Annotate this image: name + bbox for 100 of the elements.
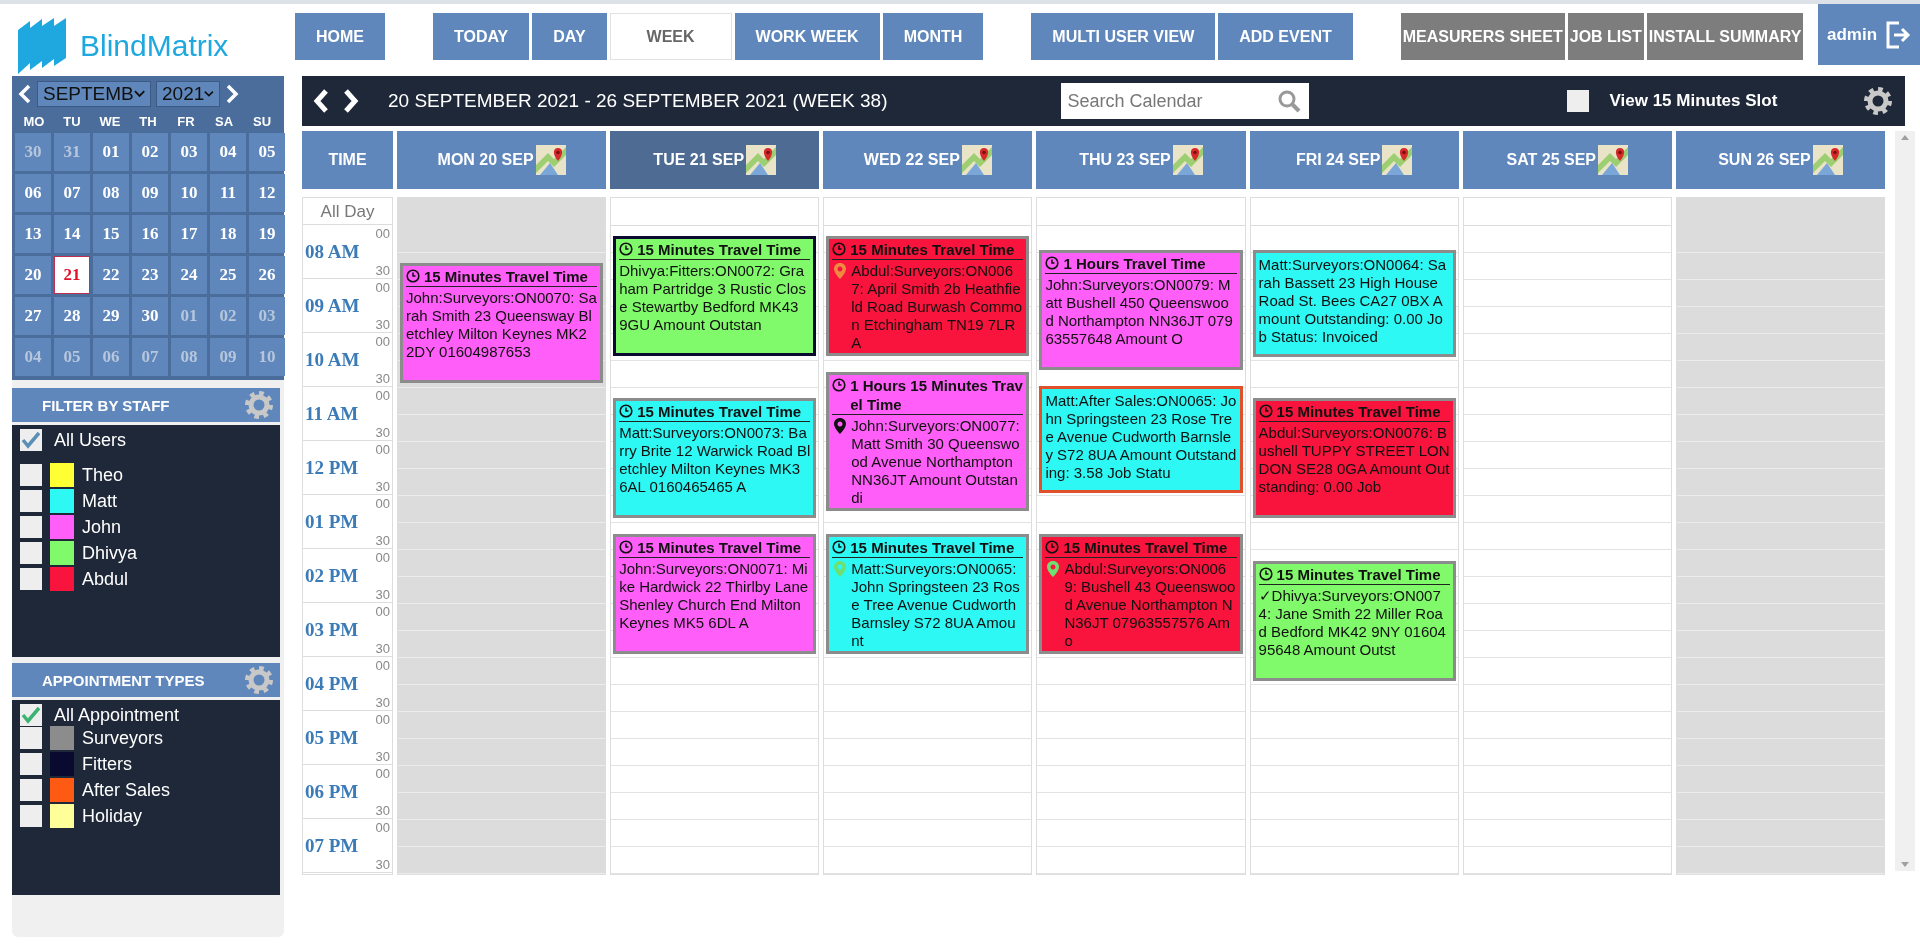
appointment-card[interactable]: 15 Minutes Travel Time Matt:Surveyors:ON0065: John Springsteen 23 Rose Tree Avenue Cudworth Barnsley S72 8UA Amount [826, 534, 1030, 654]
search-icon[interactable] [1277, 89, 1302, 113]
calendar-day[interactable]: 02 [210, 297, 246, 335]
appointment-card[interactable]: 15 Minutes Travel Time Abdul:Surveyors:ON0067: April Smith 2b Heathfield Road Burwash Common Etchingham TN19 7LR A [826, 236, 1030, 356]
next-week-icon[interactable] [342, 88, 360, 114]
calendar-day[interactable]: 02 [132, 133, 168, 171]
calendar-day[interactable]: 30 [132, 297, 168, 335]
calendar-day[interactable]: 07 [132, 338, 168, 376]
map-icon[interactable] [535, 145, 566, 175]
appointment-card[interactable]: 15 Minutes Travel Time Dhivya:Fitters:ON0072: Graham Partridge 3 Rustic Close Stewartby Bedford MK43 9GU Amount Outstan [613, 236, 817, 356]
checkbox[interactable] [20, 727, 42, 749]
checkbox[interactable] [20, 516, 42, 538]
nav-button[interactable]: JOB LIST [1567, 13, 1644, 60]
calendar-day[interactable]: 24 [171, 256, 207, 294]
day-header[interactable]: WED 22 SEP [823, 131, 1033, 189]
checkbox[interactable] [20, 464, 42, 486]
calendar-day[interactable]: 23 [132, 256, 168, 294]
calendar-day[interactable]: 12 [249, 174, 285, 212]
map-icon[interactable] [1812, 145, 1843, 175]
calendar-day[interactable]: 13 [15, 215, 51, 253]
calendar-day[interactable]: 30 [15, 133, 51, 171]
nav-button[interactable]: ADD EVENT [1218, 13, 1353, 60]
checkbox[interactable] [20, 429, 42, 451]
checkbox[interactable] [20, 805, 42, 827]
calendar-day[interactable]: 28 [54, 297, 90, 335]
day-header[interactable]: FRI 24 SEP [1249, 131, 1459, 189]
user-button[interactable]: admin [1818, 4, 1920, 65]
calendar-day[interactable]: 25 [210, 256, 246, 294]
calendar-day[interactable]: 05 [249, 133, 285, 171]
previous-week-icon[interactable] [312, 88, 330, 114]
year-select[interactable]: 2021 [156, 81, 220, 107]
previous-month-icon[interactable] [18, 84, 32, 104]
calendar-day[interactable]: 03 [171, 133, 207, 171]
appointment-card[interactable]: 15 Minutes Travel Time ✓Dhivya:Surveyors:ON0074: Jane Smith 22 Miller Road Bedford MK42 9NY 0160495648 Amount Outst [1252, 561, 1456, 681]
calendar-day[interactable]: 06 [15, 174, 51, 212]
calendar-day[interactable]: 07 [54, 174, 90, 212]
calendar-day[interactable]: 17 [171, 215, 207, 253]
checkbox[interactable] [20, 490, 42, 512]
calendar-day[interactable]: 19 [249, 215, 285, 253]
calendar-day[interactable]: 10 [249, 338, 285, 376]
checkbox[interactable] [20, 568, 42, 590]
calendar-day[interactable]: 01 [171, 297, 207, 335]
calendar-day[interactable]: 09 [210, 338, 246, 376]
view-tab[interactable]: WORK WEEK [734, 13, 880, 60]
calendar-day[interactable]: 29 [93, 297, 129, 335]
appointment-card[interactable]: 15 Minutes Travel Time Abdul:Surveyors:ON0069: Bushell 43 Queenswood Avenue Northampton NN36JT 07963557576 Amo [1039, 534, 1243, 654]
appointment-card[interactable]: 15 Minutes Travel Time John:Surveyors:ON0071: Mike Hardwick 22 Thirlby Lane Shenley Church End Milton Keynes MK5 6DL A [613, 534, 817, 654]
appointment-card[interactable]: Matt:Surveyors:ON0064: Sarah Bassett 23 High House Road St. Bees CA27 0BX Amount Outstanding: 0.00 Job Status: Invoiced [1252, 250, 1456, 357]
calendar-day[interactable]: 21 [54, 256, 90, 294]
calendar-day[interactable]: 08 [171, 338, 207, 376]
calendar-day[interactable]: 04 [15, 338, 51, 376]
appointment-card[interactable]: 1 Hours Travel Time John:Surveyors:ON0079: Matt Bushell 450 Queenswood Northampton NN36JT 07963557648 Amount O [1039, 250, 1243, 370]
calendar-day[interactable]: 15 [93, 215, 129, 253]
checkbox[interactable] [20, 753, 42, 775]
calendar-day[interactable]: 08 [93, 174, 129, 212]
day-header[interactable]: TUE 21 SEP [610, 131, 820, 189]
view-tab[interactable]: WEEK [609, 13, 732, 60]
calendar-day[interactable]: 03 [249, 297, 285, 335]
day-header[interactable]: THU 23 SEP [1036, 131, 1246, 189]
map-icon[interactable] [1598, 145, 1629, 175]
appointment-card[interactable]: 1 Hours 15 Minutes Travel Time John:Surveyors:ON0077: Matt Smith 30 Queenswood Avenue Northampton NN36JT Amount Outstandi [826, 372, 1030, 511]
calendar-day[interactable]: 06 [93, 338, 129, 376]
appointment-card[interactable]: 15 Minutes Travel Time Matt:Surveyors:ON0073: Barry Brite 12 Warwick Road Bletchley Milton Keynes MK3 6AL 0160465465 A [613, 398, 817, 518]
calendar-day[interactable]: 27 [15, 297, 51, 335]
checkbox[interactable] [1567, 90, 1590, 112]
next-month-icon[interactable] [225, 84, 239, 104]
nav-button[interactable]: MEASURERS SHEET [1400, 13, 1565, 60]
calendar-day[interactable]: 09 [132, 174, 168, 212]
settings-icon[interactable] [1863, 86, 1893, 116]
calendar-day[interactable]: 05 [54, 338, 90, 376]
calendar-day[interactable]: 04 [210, 133, 246, 171]
calendar-day[interactable]: 14 [54, 215, 90, 253]
scrollbar[interactable] [1895, 131, 1915, 871]
day-header[interactable]: SUN 26 SEP [1675, 131, 1885, 189]
month-select[interactable]: SEPTEMB [37, 81, 151, 107]
day-header[interactable]: SAT 25 SEP [1462, 131, 1672, 189]
appointment-card[interactable]: 15 Minutes Travel Time John:Surveyors:ON0070: Sarah Smith 23 Queensway Bletchley Milton Keynes MK2 2DY 01604987653 [400, 263, 604, 383]
calendar-day[interactable]: 11 [210, 174, 246, 212]
checkbox[interactable] [20, 704, 42, 726]
map-icon[interactable] [961, 145, 992, 175]
nav-button[interactable]: HOME [295, 13, 385, 60]
calendar-day[interactable]: 20 [15, 256, 51, 294]
view-tab[interactable]: MONTH [882, 13, 984, 60]
calendar-day[interactable]: 22 [93, 256, 129, 294]
calendar-day[interactable]: 18 [210, 215, 246, 253]
map-icon[interactable] [1382, 145, 1413, 175]
checkbox[interactable] [20, 542, 42, 564]
calendar-day[interactable]: 31 [54, 133, 90, 171]
map-icon[interactable] [1172, 145, 1203, 175]
search-field[interactable]: Search Calendar [1061, 83, 1310, 119]
nav-button[interactable]: INSTALL SUMMARY [1646, 13, 1804, 60]
calendar-day[interactable]: 10 [171, 174, 207, 212]
view-tab[interactable]: DAY [532, 13, 607, 60]
calendar-day[interactable]: 16 [132, 215, 168, 253]
checkbox[interactable] [20, 779, 42, 801]
nav-button[interactable]: MULTI USER VIEW [1031, 13, 1216, 60]
day-header[interactable]: MON 20 SEP [397, 131, 607, 189]
view-tab[interactable]: TODAY [433, 13, 530, 60]
calendar-day[interactable]: 26 [249, 256, 285, 294]
calendar-day[interactable]: 01 [93, 133, 129, 171]
